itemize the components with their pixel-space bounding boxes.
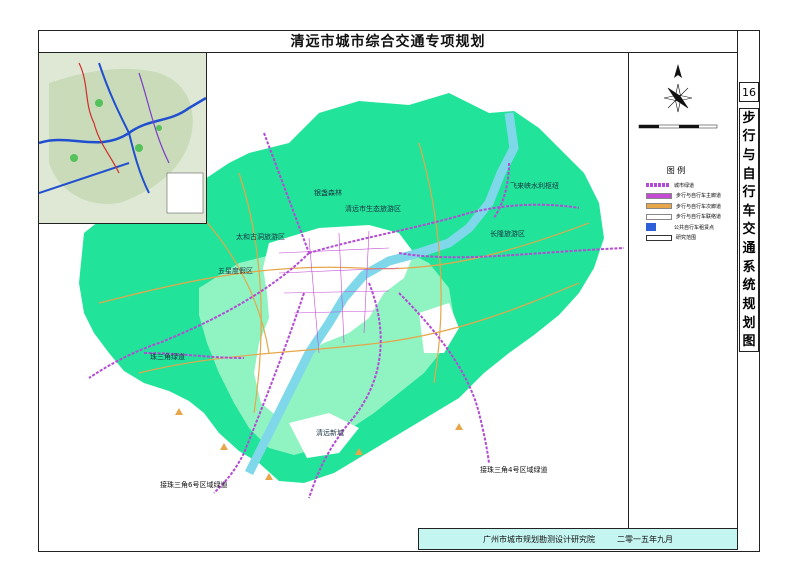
legend-label: 城市绿道 [674,182,695,189]
title-bar: 清远市城市综合交通专项规划 [38,30,738,53]
legend-label: 步行与自行车联络道 [676,214,722,221]
connection-note-left: 接珠三角6号区域绿道 [160,481,228,489]
legend-item: 城市绿道 [646,180,736,191]
map-label-1: 清远市生态旅游区 [345,205,401,213]
legend-item: 公共自行车租赁点 [646,222,736,233]
vertical-title-char: 交 [742,222,756,238]
legend-items: 城市绿道步行与自行车主廊道 步行与自行车次廊道 步行与自行车联络道 公共自行车租赁点研… [646,180,736,243]
map-label-2: 长隆旅游区 [490,230,525,238]
legend-item: 研究范围 [646,233,736,244]
legend-item: 步行与自行车主廊道 [646,191,736,202]
inset-map-graphic [39,53,206,223]
vertical-title-char: 与 [742,148,756,164]
vertical-title-char: 步 [742,110,756,126]
vertical-title-char: 通 [742,241,756,257]
legend-swatch [646,234,672,241]
footer-institute: 广州市城市规划勘测设计研究院 [483,534,595,544]
legend-swatch [646,213,672,220]
map-label-0: 银盏森林 [314,189,342,197]
footer: 广州市城市规划勘测设计研究院 二零一五年九月 [418,528,738,550]
inset-map[interactable] [38,52,207,224]
vertical-title-char: 统 [742,278,756,294]
map-label-5: 五星度假区 [218,267,253,275]
page-title: 清远市城市综合交通专项规划 [290,34,486,50]
legend-swatch [646,183,670,188]
legend-item: 步行与自行车联络道 [646,212,736,223]
footer-date: 二零一五年九月 [617,534,673,544]
map-label-6: 珠三角绿道 [150,353,185,361]
vertical-title-char: 行 [742,185,756,201]
vertical-title-char: 图 [742,334,756,350]
legend-item: 步行与自行车次廊道 [646,201,736,212]
sheet-number: 16 [739,82,759,102]
legend-divider [628,52,629,550]
vertical-title-char: 车 [742,203,756,219]
map-label-4: 太和古洞旅游区 [236,233,285,241]
legend-label: 步行与自行车次廊道 [676,203,722,210]
vertical-title-char: 行 [742,129,756,145]
vertical-title: 步行与自行车交通系统规划图 [739,108,759,352]
north-arrow-icon [663,64,693,113]
scale-bar [638,124,718,129]
legend-label: 步行与自行车主廊道 [676,193,722,200]
legend: 图 例 城市绿道步行与自行车主廊道 步行与自行车次廊道 步行与自行车联络道 公共自行车… [646,165,736,243]
connection-note-right: 接珠三角4号区域绿道 [480,466,548,474]
legend-title: 图 例 [666,166,686,175]
map-label-3: 飞来峡水利枢纽 [510,182,559,190]
legend-swatch [646,192,672,199]
vertical-title-char: 系 [742,259,756,275]
map-label-7: 清远新城 [316,429,344,437]
legend-swatch [646,223,656,232]
vertical-title-char: 划 [742,315,756,331]
vertical-title-char: 自 [742,166,756,182]
legend-label: 研究范围 [676,235,697,242]
vertical-title-char: 规 [742,296,756,312]
legend-label: 公共自行车租赁点 [674,224,715,231]
legend-swatch [646,203,672,210]
